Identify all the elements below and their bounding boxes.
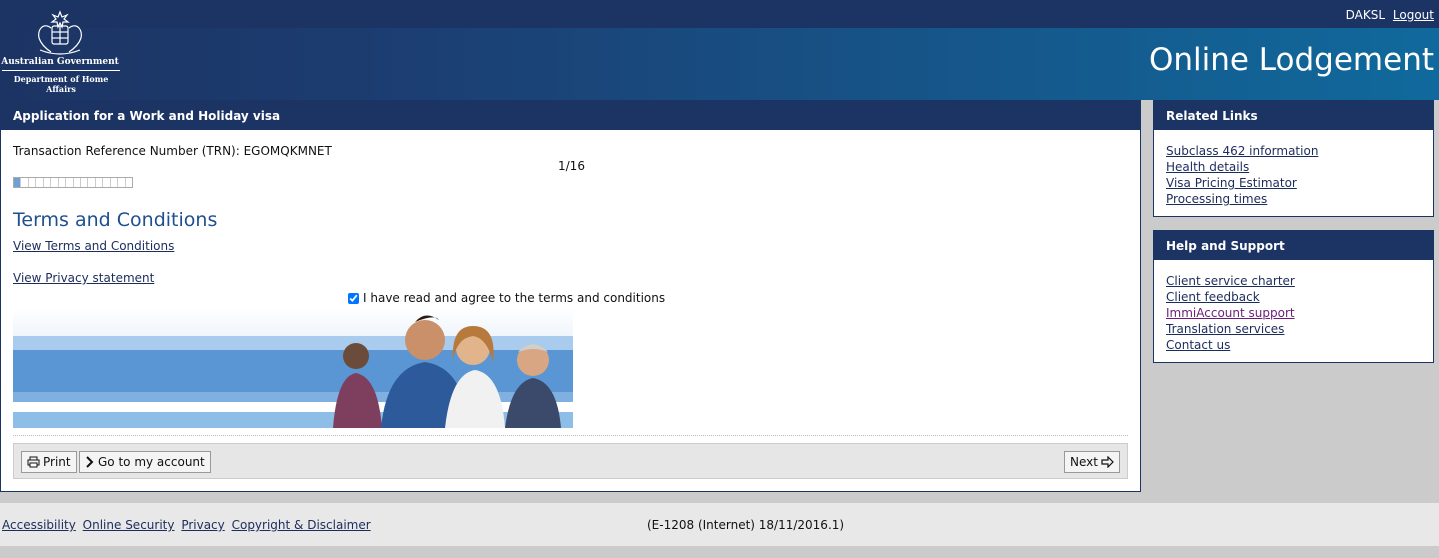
progress-segment (29, 178, 37, 187)
banner-image (13, 308, 573, 428)
related-visa-pricing-estimator-link[interactable]: Visa Pricing Estimator (1166, 175, 1421, 191)
version-text: (E-1208 (Internet) 18/11/2016.1) (647, 518, 845, 532)
progress-segment (36, 178, 44, 187)
progress-segment (51, 178, 59, 187)
agency-name: Australian Government (1, 57, 119, 67)
related-links-heading: Related Links (1154, 101, 1433, 130)
progress-segment (111, 178, 119, 187)
related-subclass-462-information-link[interactable]: Subclass 462 information (1166, 143, 1421, 159)
account-label: Go to my account (98, 455, 205, 469)
site-footer: Accessibility Online Security Privacy Co… (0, 503, 1439, 546)
footer-copyright-disclaimer-link[interactable]: Copyright & Disclaimer (232, 518, 371, 532)
related-links-panel: Related Links Subclass 462 information He… (1153, 100, 1434, 217)
progress-segment (118, 178, 126, 187)
help-immiaccount-support-link[interactable]: ImmiAccount support (1166, 305, 1421, 321)
step-counter: 1/16 (558, 159, 585, 173)
department-name: Department of Home Affairs (13, 74, 109, 94)
progress-segment (96, 178, 104, 187)
related-links-list: Subclass 462 information Health details Vi… (1154, 130, 1433, 215)
progress-segment (81, 178, 89, 187)
agree-label: I have read and agree to the terms and c… (363, 291, 666, 305)
site-header: Australian Government Department of Home… (0, 0, 1439, 100)
go-to-account-button[interactable]: Go to my account (79, 451, 211, 473)
agree-checkbox[interactable] (348, 292, 359, 304)
page-title: Application for a Work and Holiday visa (1, 101, 1140, 130)
user-bar: DAKSL Logout (1346, 8, 1434, 22)
footer-links: Accessibility Online Security Privacy Co… (2, 518, 374, 532)
progress-bar (13, 177, 133, 188)
related-processing-times-link[interactable]: Processing times (1166, 191, 1421, 207)
help-support-list: Client service charter Client feedback Imm… (1154, 260, 1433, 361)
government-logo: Australian Government Department of Home… (0, 0, 122, 100)
help-client-feedback-link[interactable]: Client feedback (1166, 289, 1421, 305)
progress-segment (88, 178, 96, 187)
progress-segment (21, 178, 29, 187)
progress-segment (14, 178, 22, 187)
footer-privacy-link[interactable]: Privacy (181, 518, 224, 532)
footer-online-security-link[interactable]: Online Security (83, 518, 175, 532)
chevron-right-icon (86, 456, 94, 468)
print-label: Print (43, 455, 71, 469)
next-label: Next (1070, 455, 1098, 469)
trn-text: Transaction Reference Number (TRN): EGOM… (13, 144, 332, 158)
agree-row[interactable]: I have read and agree to the terms and c… (348, 291, 665, 305)
logout-link[interactable]: Logout (1393, 8, 1434, 22)
help-translation-services-link[interactable]: Translation services (1166, 321, 1421, 337)
arrow-right-icon (1101, 456, 1114, 468)
application-panel: Application for a Work and Holiday visa … (0, 100, 1141, 492)
logo-divider (2, 70, 120, 71)
help-contact-us-link[interactable]: Contact us (1166, 337, 1421, 353)
footer-accessibility-link[interactable]: Accessibility (2, 518, 76, 532)
help-support-heading: Help and Support (1154, 231, 1433, 260)
progress-segment (59, 178, 67, 187)
next-button[interactable]: Next (1064, 451, 1120, 473)
printer-icon (27, 456, 40, 468)
button-bar: Print Go to my account Next (13, 443, 1128, 479)
view-privacy-link[interactable]: View Privacy statement (13, 271, 154, 285)
section-title: Terms and Conditions (13, 209, 218, 231)
divider (13, 435, 1128, 436)
progress-segment (103, 178, 111, 187)
progress-segment (66, 178, 74, 187)
app-title: Online Lodgement (1148, 42, 1434, 78)
view-terms-link[interactable]: View Terms and Conditions (13, 239, 174, 253)
print-button[interactable]: Print (21, 451, 77, 473)
progress-segment (44, 178, 52, 187)
progress-segment (126, 178, 132, 187)
related-health-details-link[interactable]: Health details (1166, 159, 1421, 175)
coat-of-arms-icon (38, 10, 82, 55)
help-support-panel: Help and Support Client service charter C… (1153, 230, 1434, 363)
progress-segment (74, 178, 81, 187)
help-client-service-charter-link[interactable]: Client service charter (1166, 273, 1421, 289)
username: DAKSL (1345, 8, 1386, 22)
